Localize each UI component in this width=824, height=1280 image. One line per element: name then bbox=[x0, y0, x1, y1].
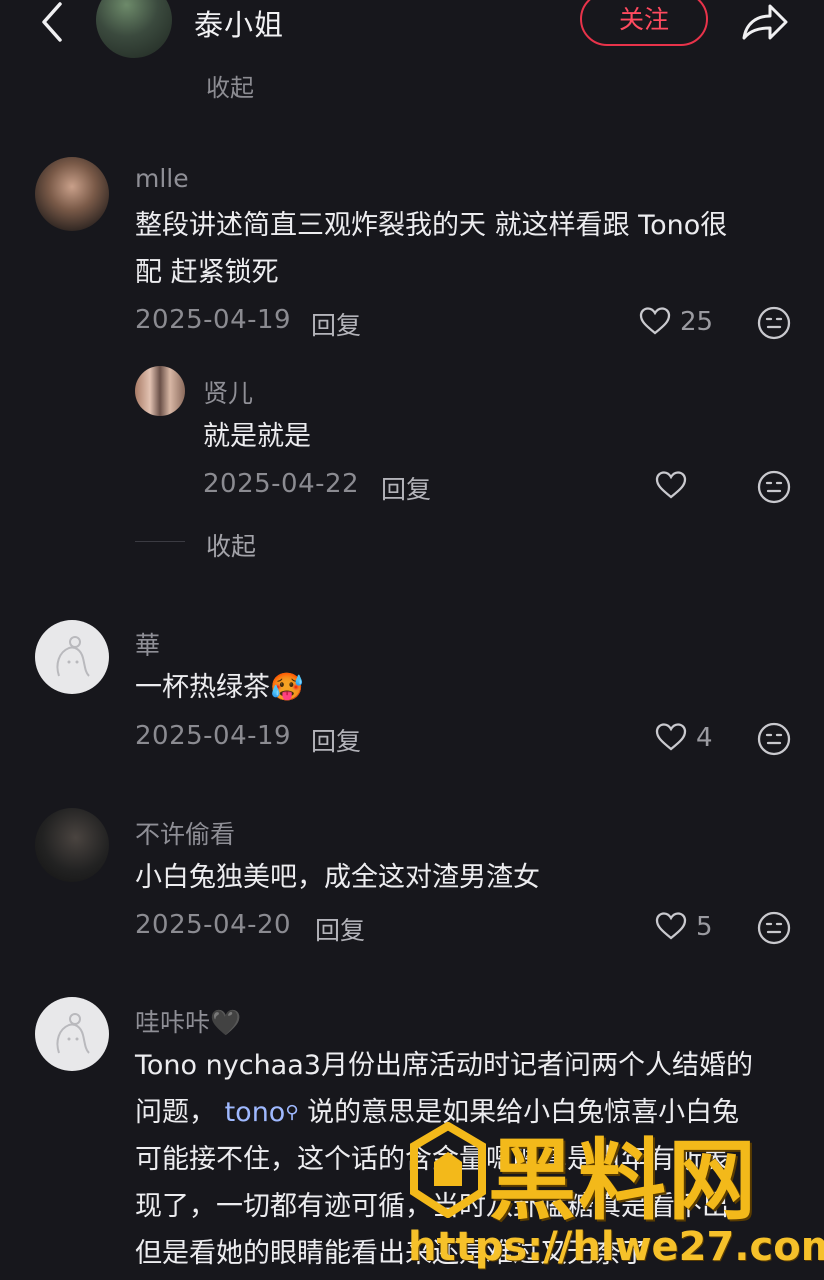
reply-button[interactable]: 回复 bbox=[311, 722, 361, 758]
collapse-link[interactable]: 收起 bbox=[206, 527, 256, 563]
mention-link[interactable]: tono⚲ bbox=[225, 1097, 299, 1128]
comment-text: 整段讲述简直三观炸裂我的天 就这样看跟 Tono很 bbox=[135, 210, 728, 241]
comment-author[interactable]: 哇咔咔🖤 bbox=[135, 1003, 241, 1039]
reply-button[interactable]: 回复 bbox=[311, 306, 361, 342]
comment-date: 2025-04-19 bbox=[135, 721, 292, 751]
meh-face-icon[interactable] bbox=[757, 911, 791, 945]
meh-face-icon[interactable] bbox=[757, 306, 791, 340]
comment-text: 配 赶紧锁死 bbox=[135, 257, 279, 288]
like-count: 25 bbox=[680, 307, 714, 337]
heart-outline-icon[interactable] bbox=[655, 722, 687, 752]
back-chevron-icon[interactable] bbox=[34, 0, 74, 44]
comment-date: 2025-04-20 bbox=[135, 910, 292, 940]
comment-text: Tono nychaa3月份出席活动时记者问两个人结婚的 bbox=[135, 1050, 753, 1081]
heart-outline-icon[interactable] bbox=[655, 911, 687, 941]
comment-author[interactable]: 不许偷看 bbox=[135, 815, 235, 851]
watermark-logo-icon bbox=[408, 1121, 488, 1222]
header-title[interactable]: 泰小姐 bbox=[194, 2, 284, 44]
collapse-link[interactable]: 收起 bbox=[206, 68, 254, 103]
divider bbox=[135, 541, 185, 542]
comment-text: 小白兔独美吧，成全这对渣男渣女 bbox=[135, 862, 540, 893]
heart-outline-icon[interactable] bbox=[639, 306, 671, 336]
watermark-url: https://hlwe27.com bbox=[408, 1224, 824, 1270]
heart-outline-icon[interactable] bbox=[655, 470, 687, 500]
meh-face-icon[interactable] bbox=[757, 722, 791, 756]
reply-button[interactable]: 回复 bbox=[381, 470, 431, 506]
reply-date: 2025-04-22 bbox=[203, 469, 360, 499]
avatar[interactable] bbox=[135, 366, 185, 416]
like-count: 4 bbox=[696, 723, 713, 753]
watermark-title: 黑料网 bbox=[488, 1129, 759, 1232]
hot-face-emoji: 🥵 bbox=[270, 672, 304, 703]
avatar[interactable] bbox=[35, 808, 109, 882]
reply-text: 就是就是 bbox=[203, 421, 311, 452]
comment-text: 一杯热绿茶🥵 bbox=[135, 672, 304, 703]
avatar[interactable] bbox=[35, 157, 109, 231]
reply-button[interactable]: 回复 bbox=[315, 911, 365, 947]
follow-button[interactable]: 关注 bbox=[580, 0, 708, 46]
reply-author[interactable]: 贤儿 bbox=[203, 374, 253, 410]
comment-author[interactable]: mlle bbox=[135, 164, 189, 193]
share-arrow-icon[interactable] bbox=[738, 0, 790, 44]
header-avatar[interactable] bbox=[96, 0, 172, 58]
comment-author[interactable]: 華 bbox=[135, 626, 160, 662]
like-count: 5 bbox=[696, 912, 713, 942]
avatar[interactable] bbox=[35, 997, 109, 1071]
comment-date: 2025-04-19 bbox=[135, 305, 292, 335]
search-icon: ⚲ bbox=[285, 1102, 299, 1123]
avatar[interactable] bbox=[35, 620, 109, 694]
meh-face-icon[interactable] bbox=[757, 470, 791, 504]
